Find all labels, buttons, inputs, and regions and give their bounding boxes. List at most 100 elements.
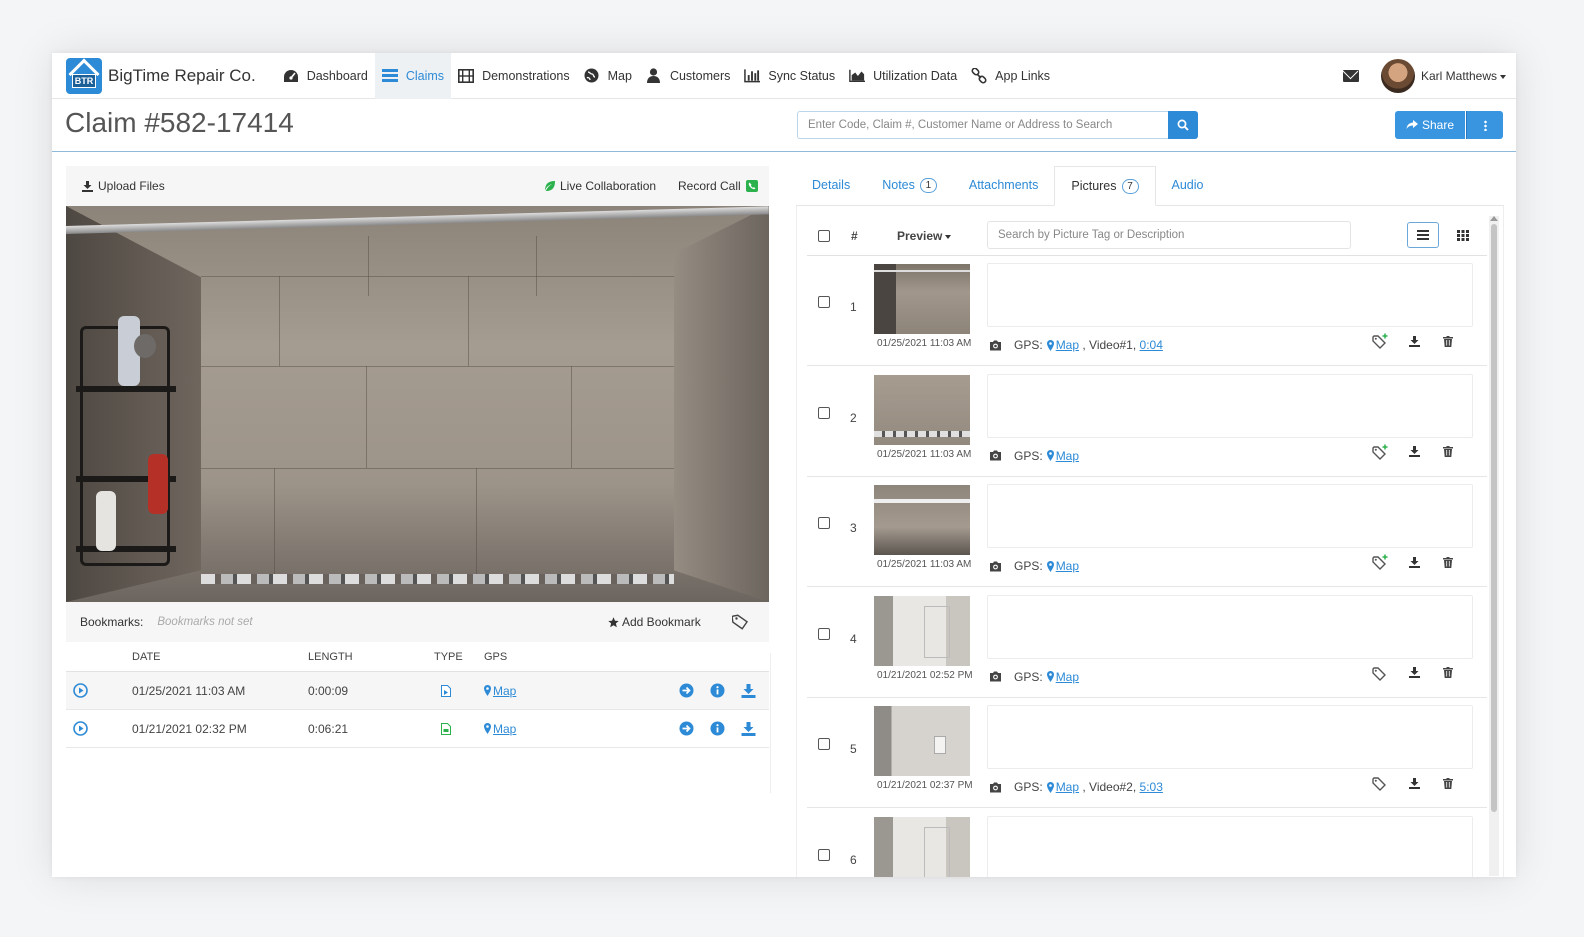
map-link[interactable]: Map bbox=[1056, 670, 1079, 684]
arrow-circle-right-icon[interactable] bbox=[679, 721, 694, 736]
nav-item-map[interactable]: Map bbox=[577, 53, 639, 99]
row-checkbox[interactable] bbox=[818, 296, 830, 308]
map-link[interactable]: Map bbox=[1056, 449, 1079, 463]
brand[interactable]: BTR BigTime Repair Co. bbox=[66, 57, 256, 94]
table-row[interactable]: 01/21/2021 02:32 PM 0:06:21 Map bbox=[66, 710, 769, 748]
more-options-button[interactable] bbox=[1466, 111, 1503, 139]
download-picture-button[interactable] bbox=[1399, 548, 1429, 576]
video-ref: , Video#2, bbox=[1079, 780, 1140, 794]
download-picture-button[interactable] bbox=[1399, 327, 1429, 355]
video-time-link[interactable]: 0:04 bbox=[1140, 338, 1163, 352]
row-checkbox[interactable] bbox=[818, 738, 830, 750]
map-link[interactable]: Map bbox=[1056, 780, 1079, 794]
record-call-button[interactable]: Record Call bbox=[678, 179, 758, 193]
live-collaboration-button[interactable]: Live Collaboration bbox=[544, 179, 656, 193]
avatar[interactable] bbox=[1380, 59, 1415, 93]
delete-picture-button[interactable] bbox=[1433, 548, 1463, 576]
nav-item-demonstrations[interactable]: Demonstrations bbox=[451, 53, 577, 99]
tag-icon[interactable] bbox=[732, 614, 748, 630]
map-link[interactable]: Map bbox=[493, 684, 516, 698]
map-link[interactable]: Map bbox=[1056, 338, 1079, 352]
tab-attachments[interactable]: Attachments bbox=[953, 165, 1054, 205]
map-link[interactable]: Map bbox=[493, 722, 516, 736]
tag-picture-button[interactable] bbox=[1365, 548, 1395, 576]
picture-thumbnail[interactable] bbox=[874, 264, 970, 334]
map-link[interactable]: Map bbox=[1056, 559, 1079, 573]
picture-row[interactable]: 3 01/25/2021 11:03 AM GPS: Map bbox=[807, 477, 1487, 587]
tag-icon bbox=[1371, 333, 1387, 349]
nav-item-customers[interactable]: Customers bbox=[639, 53, 737, 99]
nav-item-dashboard[interactable]: Dashboard bbox=[276, 53, 375, 99]
search-icon bbox=[1177, 119, 1189, 131]
picture-row[interactable]: 4 01/21/2021 02:52 PM GPS: Map bbox=[807, 588, 1487, 698]
download-picture-button[interactable] bbox=[1399, 438, 1429, 466]
picture-description-field[interactable] bbox=[987, 705, 1473, 769]
nav-item-sync-status[interactable]: Sync Status bbox=[737, 53, 842, 99]
download-icon[interactable] bbox=[741, 721, 756, 736]
info-icon[interactable] bbox=[710, 683, 725, 698]
select-all-checkbox[interactable] bbox=[818, 230, 830, 242]
delete-picture-button[interactable] bbox=[1433, 438, 1463, 466]
picture-description-field[interactable] bbox=[987, 373, 1473, 438]
list-view-button[interactable] bbox=[1407, 222, 1439, 248]
scrollbar[interactable] bbox=[1489, 216, 1499, 876]
download-icon[interactable] bbox=[741, 683, 756, 698]
picture-actions bbox=[1365, 769, 1467, 797]
preview-dropdown[interactable]: Preview bbox=[897, 229, 952, 243]
picture-thumbnail[interactable] bbox=[874, 816, 970, 877]
delete-picture-button[interactable] bbox=[1433, 659, 1463, 687]
picture-number: 6 bbox=[850, 852, 857, 867]
picture-description-field[interactable] bbox=[987, 815, 1473, 877]
download-picture-button[interactable] bbox=[1399, 769, 1429, 797]
picture-row[interactable]: 2 01/25/2021 11:03 AM GPS: Map bbox=[807, 367, 1487, 477]
delete-picture-button[interactable] bbox=[1433, 327, 1463, 355]
picture-row[interactable]: 5 01/21/2021 02:37 PM GPS: Map , Video#2,… bbox=[807, 698, 1487, 808]
nav-item-app-links[interactable]: App Links bbox=[964, 53, 1057, 99]
delete-picture-button[interactable] bbox=[1433, 769, 1463, 797]
media-preview-image[interactable] bbox=[66, 206, 769, 602]
leaf-icon bbox=[545, 181, 555, 191]
add-bookmark-button[interactable]: Add Bookmark bbox=[608, 615, 701, 629]
caret-down-icon bbox=[1500, 74, 1506, 79]
download-picture-button[interactable] bbox=[1399, 659, 1429, 687]
picture-thumbnail[interactable] bbox=[874, 706, 970, 776]
tag-picture-button[interactable] bbox=[1365, 769, 1395, 797]
tab-details[interactable]: Details bbox=[796, 165, 866, 205]
upload-files-button[interactable]: Upload Files bbox=[82, 179, 165, 193]
picture-description-field[interactable] bbox=[987, 594, 1473, 659]
table-row[interactable]: 01/25/2021 11:03 AM 0:00:09 Map bbox=[66, 672, 769, 710]
tab-audio[interactable]: Audio bbox=[1156, 165, 1220, 205]
envelope-icon[interactable] bbox=[1342, 70, 1359, 82]
tab-notes[interactable]: Notes 1 bbox=[866, 165, 953, 205]
row-checkbox[interactable] bbox=[818, 627, 830, 640]
tag-picture-button[interactable] bbox=[1365, 438, 1395, 466]
play-icon[interactable] bbox=[73, 721, 88, 736]
tag-picture-button[interactable] bbox=[1365, 659, 1395, 687]
video-time-link[interactable]: 5:03 bbox=[1140, 780, 1163, 794]
pictures-header: # Preview bbox=[807, 216, 1487, 256]
share-button[interactable]: Share bbox=[1395, 111, 1465, 139]
tab-pictures[interactable]: Pictures 7 bbox=[1054, 166, 1156, 206]
picture-thumbnail[interactable] bbox=[874, 374, 970, 445]
search-button[interactable] bbox=[1168, 111, 1198, 139]
row-checkbox[interactable] bbox=[818, 517, 830, 529]
picture-description-field[interactable] bbox=[987, 263, 1473, 327]
grid-view-button[interactable] bbox=[1447, 222, 1479, 248]
picture-search-input[interactable] bbox=[987, 221, 1351, 249]
row-checkbox[interactable] bbox=[818, 406, 830, 419]
picture-thumbnail[interactable] bbox=[874, 485, 970, 555]
picture-description-field[interactable] bbox=[987, 484, 1473, 548]
picture-row[interactable]: 6 bbox=[807, 809, 1487, 877]
search-input[interactable] bbox=[797, 111, 1168, 139]
arrow-circle-right-icon[interactable] bbox=[679, 683, 694, 698]
user-menu[interactable]: Karl Matthews bbox=[1421, 69, 1506, 83]
row-checkbox[interactable] bbox=[818, 848, 830, 861]
picture-row[interactable]: 1 01/25/2021 11:03 AM GPS: Map , Video#1,… bbox=[807, 256, 1487, 366]
info-icon[interactable] bbox=[710, 721, 725, 736]
nav-item-claims[interactable]: Claims bbox=[374, 53, 452, 99]
play-icon[interactable] bbox=[73, 683, 88, 698]
tag-picture-button[interactable] bbox=[1365, 327, 1395, 355]
picture-thumbnail[interactable] bbox=[874, 595, 970, 666]
grid-icon bbox=[1457, 229, 1469, 241]
nav-item-utilization-data[interactable]: Utilization Data bbox=[842, 53, 964, 99]
